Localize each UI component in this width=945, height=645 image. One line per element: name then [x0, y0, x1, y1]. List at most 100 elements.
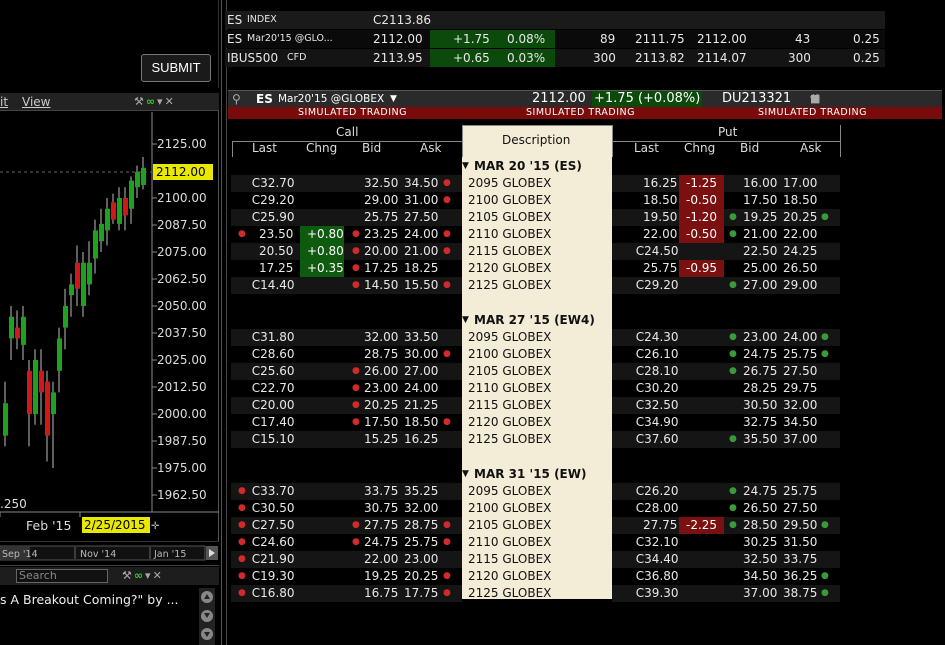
put-ask[interactable]: 17.00 — [783, 175, 817, 192]
strike-description[interactable]: 2115 GLOBEX — [468, 551, 551, 568]
option-row[interactable]: 17.25 +0.35 ● 17.25 18.25 2120 GLOBEX 25.75 -0.… — [228, 260, 942, 277]
put-last[interactable]: C26.10 — [636, 346, 679, 363]
call-last[interactable]: C33.70 — [252, 483, 295, 500]
call-last[interactable]: C24.60 — [252, 534, 295, 551]
put-last[interactable]: C24.50 — [636, 243, 679, 260]
strike-description[interactable]: 2100 GLOBEX — [468, 500, 551, 517]
call-ask[interactable]: 27.00 — [404, 363, 438, 380]
news-search-input[interactable]: Search — [16, 569, 108, 583]
put-bid[interactable]: 35.50 — [743, 431, 777, 448]
put-bid[interactable]: 24.75 — [743, 483, 777, 500]
put-ask[interactable]: 20.25 — [783, 209, 817, 226]
put-bid[interactable]: 26.75 — [743, 363, 777, 380]
put-ask[interactable]: 31.50 — [783, 534, 817, 551]
call-last[interactable]: C32.70 — [252, 175, 295, 192]
put-bid[interactable]: 30.50 — [743, 397, 777, 414]
put-ask[interactable]: 29.75 — [783, 380, 817, 397]
option-row[interactable]: C17.40 ● 17.50 18.50 ● 2120 GLOBEX C34.90 32.75… — [228, 414, 942, 431]
option-row[interactable]: ● C33.70 33.75 35.25 2095 GLOBEX C26.20 ● 24.75… — [228, 483, 942, 500]
put-ask[interactable]: 27.50 — [783, 500, 817, 517]
chain-contract[interactable]: Mar20'15 @GLOBEX — [278, 91, 384, 107]
option-row[interactable]: C29.20 29.00 31.00 ● 2100 GLOBEX 18.50 -0.50 17… — [228, 192, 942, 209]
put-last[interactable]: 18.50 — [643, 192, 677, 209]
put-last[interactable]: C30.20 — [636, 380, 679, 397]
call-bid[interactable]: 32.50 — [364, 175, 398, 192]
quote-row[interactable]: IBUS500 CFD 2113.95 +0.65 0.03% 300 2113.82 211… — [225, 49, 885, 67]
call-last[interactable]: C17.40 — [252, 414, 295, 431]
option-row[interactable]: C31.80 32.00 33.50 2095 GLOBEX C24.30 ● 23.00 2… — [228, 329, 942, 346]
option-row[interactable]: ● C16.80 16.75 17.75 ● 2125 GLOBEX C39.30 37.00… — [228, 585, 942, 602]
call-ask[interactable]: 17.75 — [404, 585, 438, 602]
time-scrollbar[interactable]: Sep '14 Nov '14 Jan '15 — [0, 541, 219, 563]
option-row[interactable]: C28.60 28.75 30.00 ● 2100 GLOBEX C26.10 ● 24.75… — [228, 346, 942, 363]
collapse-arrow-icon[interactable]: ▼ — [462, 466, 469, 483]
option-row[interactable]: 20.50 +0.80 ● 20.00 21.00 ● 2115 GLOBEX C24.50 2… — [228, 243, 942, 260]
call-last[interactable]: C15.10 — [252, 431, 295, 448]
put-ask[interactable]: 25.75 — [783, 483, 817, 500]
put-bid[interactable]: 24.75 — [743, 346, 777, 363]
quote-row[interactable]: ES INDEX C2113.86 — [225, 11, 885, 29]
put-ask[interactable]: 33.75 — [783, 551, 817, 568]
strike-description[interactable]: 2105 GLOBEX — [468, 209, 551, 226]
strike-description[interactable]: 2120 GLOBEX — [468, 414, 551, 431]
put-last[interactable]: C24.30 — [636, 329, 679, 346]
call-last[interactable]: C22.70 — [252, 380, 295, 397]
put-change[interactable]: -0.50 — [686, 226, 717, 243]
call-ask[interactable]: 16.25 — [404, 431, 438, 448]
strike-description[interactable]: 2125 GLOBEX — [468, 585, 551, 602]
call-last[interactable]: 17.25 — [259, 260, 293, 277]
call-last[interactable]: C19.30 — [252, 568, 295, 585]
put-bid[interactable]: 32.50 — [743, 551, 777, 568]
call-ask[interactable]: 21.00 — [404, 243, 438, 260]
call-bid[interactable]: 23.25 — [364, 226, 398, 243]
call-bid[interactable]: 17.50 — [364, 414, 398, 431]
call-bid[interactable]: 15.25 — [364, 431, 398, 448]
strike-description[interactable]: 2095 GLOBEX — [468, 483, 551, 500]
call-last[interactable]: 20.50 — [259, 243, 293, 260]
call-last[interactable]: C21.90 — [252, 551, 295, 568]
option-row[interactable]: ● C21.90 22.00 23.00 2115 GLOBEX C34.40 32.50 3… — [228, 551, 942, 568]
expiry-title[interactable]: MAR 31 '15 (EW) — [474, 466, 586, 483]
call-last[interactable]: C14.40 — [252, 277, 295, 294]
call-bid[interactable]: 22.00 — [364, 551, 398, 568]
put-ask[interactable]: 36.25 — [783, 568, 817, 585]
option-row[interactable]: C20.00 ● 20.25 21.25 2115 GLOBEX C32.50 30.50 3… — [228, 397, 942, 414]
call-bid[interactable]: 24.75 — [364, 534, 398, 551]
put-last[interactable]: C34.90 — [636, 414, 679, 431]
call-ask[interactable]: 21.25 — [404, 397, 438, 414]
call-ask[interactable]: 30.00 — [404, 346, 438, 363]
close-icon[interactable]: ✕ — [165, 95, 176, 108]
expiry-section-header[interactable]: MAR 20 '15 (ES) ▼ — [228, 158, 942, 175]
strike-description[interactable]: 2110 GLOBEX — [468, 534, 551, 551]
contract-dropdown-icon[interactable]: ▼ — [390, 91, 397, 107]
strike-description[interactable]: 2120 GLOBEX — [468, 568, 551, 585]
call-last[interactable]: C29.20 — [252, 192, 295, 209]
put-ask[interactable]: 25.75 — [783, 346, 817, 363]
put-change[interactable]: -0.95 — [686, 260, 717, 277]
put-change[interactable]: -0.50 — [686, 192, 717, 209]
put-change[interactable]: -2.25 — [686, 517, 717, 534]
call-ask[interactable]: 28.75 — [404, 517, 438, 534]
put-bid[interactable]: 25.00 — [743, 260, 777, 277]
put-last[interactable]: C32.10 — [636, 534, 679, 551]
call-last-header[interactable]: Last — [252, 141, 277, 155]
call-last[interactable]: C25.60 — [252, 363, 295, 380]
description-header[interactable]: Description — [502, 133, 570, 147]
expiry-section-header[interactable]: MAR 27 '15 (EW4) ▼ — [228, 312, 942, 329]
put-ask[interactable]: 22.00 — [783, 226, 817, 243]
call-bid[interactable]: 17.25 — [364, 260, 398, 277]
strike-description[interactable]: 2110 GLOBEX — [468, 380, 551, 397]
call-last[interactable]: C25.90 — [252, 209, 295, 226]
call-last[interactable]: C28.60 — [252, 346, 295, 363]
price-chart[interactable]: 2125.00 2100.00 2087.50 2075.00 2062.50 2050.… — [0, 112, 219, 542]
call-ask[interactable]: 23.00 — [404, 551, 438, 568]
put-last[interactable]: 22.00 — [643, 226, 677, 243]
call-ask[interactable]: 20.25 — [404, 568, 438, 585]
put-bid[interactable]: 27.00 — [743, 277, 777, 294]
call-last[interactable]: C16.80 — [252, 585, 295, 602]
strike-description[interactable]: 2110 GLOBEX — [468, 226, 551, 243]
put-last-header[interactable]: Last — [634, 141, 659, 155]
put-last[interactable]: C29.20 — [636, 277, 679, 294]
call-ask[interactable]: 35.25 — [404, 483, 438, 500]
call-last[interactable]: 23.50 — [259, 226, 293, 243]
